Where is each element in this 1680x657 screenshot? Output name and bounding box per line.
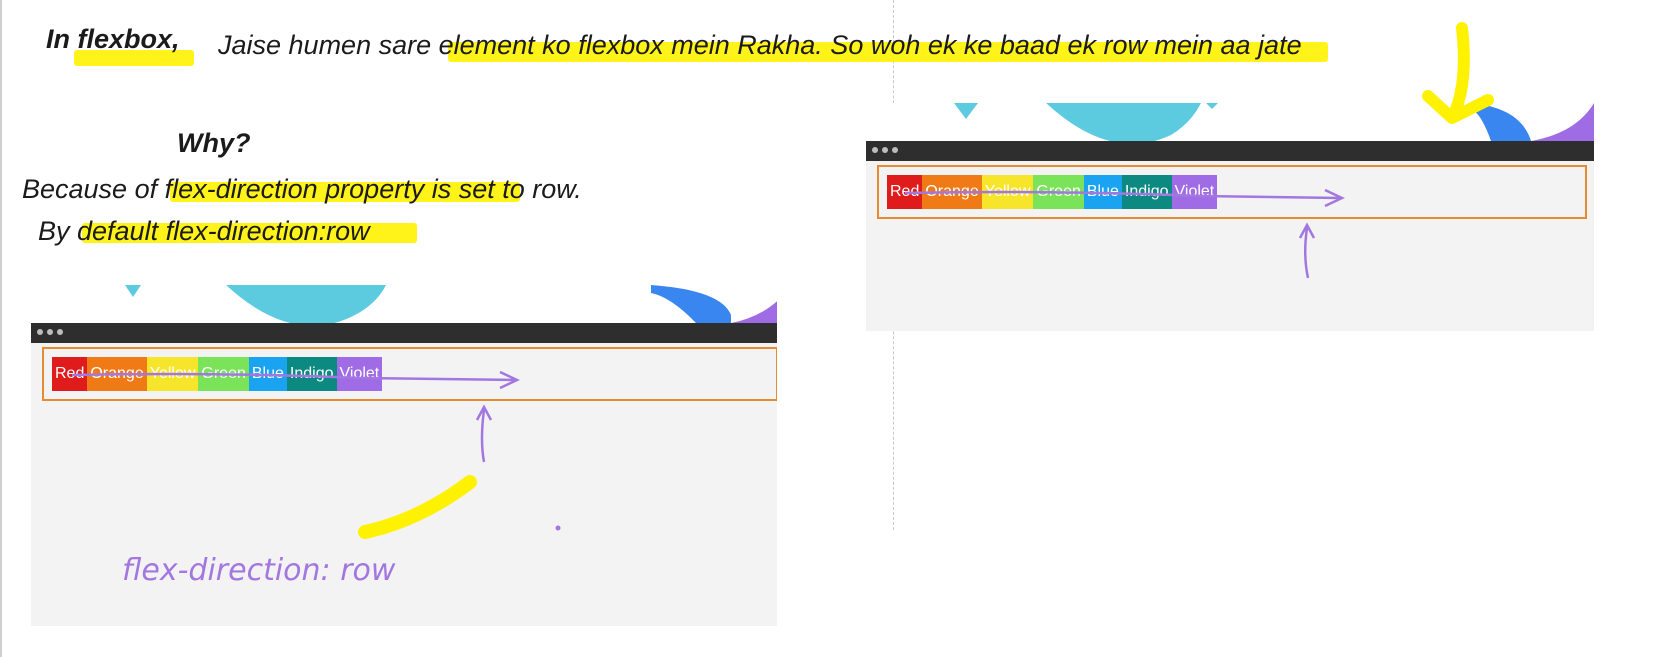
note-default: By default flex-direction:row: [38, 216, 370, 246]
window-dot: [892, 147, 898, 153]
page-left-border: [0, 0, 2, 657]
ink-yellow-arrow: [1449, 22, 1470, 118]
flex-item-yellow: Yellow: [981, 175, 1034, 209]
note-because: Because of flex-direction property is se…: [22, 174, 582, 204]
screenshot-right: Red Orange Yellow Green Blue Indigo Viol…: [866, 103, 1594, 331]
flex-item-violet: Violet: [336, 357, 383, 391]
flex-item-red: Red: [887, 175, 923, 209]
flex-item-indigo: Indigo: [286, 357, 337, 391]
screenshot-decor-strip: [31, 285, 777, 323]
browser-titlebar: [866, 141, 1594, 161]
flex-item-violet: Violet: [1171, 175, 1218, 209]
flex-item-orange: Orange: [922, 175, 982, 209]
flex-item-red: Red: [52, 357, 88, 391]
screenshot-left: Red Orange Yellow Green Blue Indigo Viol…: [31, 285, 777, 626]
screenshot-decor-strip: [866, 103, 1594, 141]
window-dot: [872, 147, 878, 153]
window-dots: [37, 329, 63, 335]
flex-item-blue: Blue: [1083, 175, 1122, 209]
flex-item-blue: Blue: [248, 357, 287, 391]
flex-item-indigo: Indigo: [1121, 175, 1172, 209]
flex-item-green: Green: [1033, 175, 1084, 209]
window-dot: [37, 329, 43, 335]
browser-titlebar: [31, 323, 777, 343]
window-dot: [47, 329, 53, 335]
flex-container: Red Orange Yellow Green Blue Indigo Viol…: [877, 165, 1587, 219]
window-dots: [872, 147, 898, 153]
flex-item-yellow: Yellow: [146, 357, 199, 391]
note-line-1: Jaise humen sare element ko flexbox mein…: [218, 30, 1302, 60]
flex-item-green: Green: [198, 357, 249, 391]
flex-item-orange: Orange: [87, 357, 147, 391]
note-why: Why?: [177, 128, 251, 158]
window-dot: [57, 329, 63, 335]
window-dot: [882, 147, 888, 153]
heading-in-flexbox: In flexbox,: [46, 24, 180, 54]
flex-container: Red Orange Yellow Green Blue Indigo Viol…: [42, 347, 777, 401]
